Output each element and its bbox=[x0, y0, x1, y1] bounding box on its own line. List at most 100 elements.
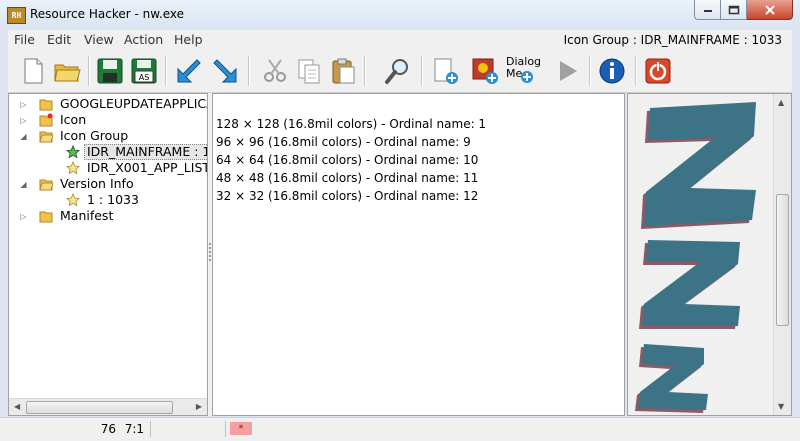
open-button[interactable] bbox=[50, 54, 84, 88]
toolbar-separator bbox=[421, 56, 423, 86]
expand-icon[interactable]: ▷ bbox=[19, 100, 28, 109]
star-green-icon bbox=[66, 145, 80, 159]
save-button[interactable] bbox=[93, 54, 127, 88]
run-script-button[interactable] bbox=[208, 54, 242, 88]
about-button[interactable] bbox=[595, 54, 629, 88]
add-image-button[interactable] bbox=[468, 54, 502, 88]
status-separator bbox=[225, 421, 226, 437]
power-icon bbox=[645, 58, 671, 84]
menu-file[interactable]: File bbox=[11, 32, 38, 47]
menu-edit[interactable]: Edit bbox=[44, 32, 74, 47]
status-line-number: 76 bbox=[100, 422, 116, 436]
close-button[interactable] bbox=[747, 0, 793, 20]
scroll-up-icon[interactable]: ▲ bbox=[778, 98, 784, 107]
expand-icon[interactable]: ▷ bbox=[19, 116, 28, 125]
tree-label: Version Info bbox=[60, 176, 134, 191]
icon-entry-line: 48 × 48 (16.8mil colors) - Ordinal name:… bbox=[216, 171, 479, 185]
tree-node-version-1033[interactable]: 1 : 1033 bbox=[9, 192, 207, 208]
status-bar: 76 7:1 * bbox=[0, 417, 800, 441]
copy-button[interactable] bbox=[292, 54, 326, 88]
new-button[interactable] bbox=[16, 54, 50, 88]
run-arrow-icon bbox=[213, 59, 237, 83]
add-resource-button[interactable] bbox=[428, 54, 462, 88]
folder-icon bbox=[39, 99, 53, 111]
scroll-down-icon[interactable]: ▼ bbox=[778, 402, 784, 411]
icon-entry-line: 128 × 128 (16.8mil colors) - Ordinal nam… bbox=[216, 117, 487, 131]
maximize-icon bbox=[728, 5, 739, 14]
toolbar-separator bbox=[248, 56, 250, 86]
add-resource-icon bbox=[434, 58, 458, 84]
paste-button[interactable] bbox=[326, 54, 360, 88]
tree-node-manifest[interactable]: ▷ Manifest bbox=[9, 208, 207, 224]
app-logo-icon: RH bbox=[7, 7, 26, 24]
folder-open-icon bbox=[39, 131, 53, 143]
tree-node-icon-group[interactable]: ◢ Icon Group bbox=[9, 128, 207, 144]
cut-button[interactable] bbox=[258, 54, 292, 88]
compile-button[interactable] bbox=[172, 54, 206, 88]
tree-node-icon[interactable]: ▷ Icon bbox=[9, 112, 207, 128]
play-button[interactable] bbox=[550, 54, 584, 88]
status-separator bbox=[150, 421, 151, 437]
add-image-icon bbox=[472, 58, 498, 84]
find-icon bbox=[385, 59, 408, 84]
maximize-button[interactable] bbox=[721, 0, 747, 20]
status-cursor-position: 7:1 bbox=[124, 422, 144, 436]
tree-horizontal-scrollbar[interactable]: ◀ ▶ bbox=[9, 398, 207, 415]
scroll-left-icon[interactable]: ◀ bbox=[14, 402, 20, 411]
collapse-icon[interactable]: ◢ bbox=[19, 132, 28, 141]
open-folder-icon bbox=[54, 64, 81, 82]
scroll-right-icon[interactable]: ▶ bbox=[196, 402, 202, 411]
z-medium-icon bbox=[639, 240, 740, 329]
minimize-button[interactable] bbox=[694, 0, 721, 20]
new-file-icon bbox=[24, 58, 43, 84]
icon-preview-pane[interactable]: ▲ ▼ bbox=[627, 93, 792, 416]
z-large-icon bbox=[641, 102, 756, 229]
tree-node-idr-mainframe[interactable]: IDR_MAINFRAME : 103 bbox=[9, 144, 207, 160]
minimize-icon bbox=[703, 9, 712, 12]
splitter-grip[interactable] bbox=[209, 243, 211, 263]
compile-arrow-icon bbox=[177, 59, 201, 83]
save-as-button[interactable]: AS bbox=[127, 54, 161, 88]
tree-node-idr-x001[interactable]: IDR_X001_APP_LIST bbox=[9, 160, 208, 176]
tree-label: IDR_X001_APP_LIST bbox=[87, 160, 208, 175]
find-button[interactable] bbox=[381, 54, 415, 88]
scrollbar-thumb[interactable] bbox=[26, 401, 173, 414]
icon-entry-line: 96 × 96 (16.8mil colors) - Ordinal name:… bbox=[216, 135, 471, 149]
tree-label: GOOGLEUPDATEAPPLICAT bbox=[60, 96, 208, 111]
collapse-icon[interactable]: ◢ bbox=[19, 180, 28, 189]
exit-button[interactable] bbox=[641, 54, 675, 88]
tree-node-version-info[interactable]: ◢ Version Info bbox=[9, 176, 207, 192]
folder-icon bbox=[39, 211, 53, 223]
scrollbar-thumb[interactable] bbox=[776, 194, 789, 326]
tree-node-googleupdate[interactable]: ▷ GOOGLEUPDATEAPPLICAT bbox=[9, 96, 208, 112]
folder-open-icon bbox=[39, 179, 53, 191]
expand-icon[interactable]: ▷ bbox=[19, 212, 28, 221]
toolbar-separator bbox=[589, 56, 591, 86]
app-window: RH Resource Hacker - nw.exe File Edit Vi… bbox=[0, 0, 800, 441]
window-title: Resource Hacker - nw.exe bbox=[30, 7, 185, 21]
folder-star-icon bbox=[39, 113, 53, 127]
toolbar-separator bbox=[364, 56, 366, 86]
toolbar-separator bbox=[88, 56, 90, 86]
toolbar-separator bbox=[635, 56, 637, 86]
paste-icon bbox=[332, 58, 355, 84]
close-icon bbox=[764, 4, 775, 15]
save-as-icon: AS bbox=[131, 58, 157, 84]
menu-help[interactable]: Help bbox=[171, 32, 206, 47]
copy-icon bbox=[298, 59, 320, 84]
cursor-status: 76 7:1 bbox=[8, 420, 148, 436]
save-icon bbox=[97, 58, 123, 84]
z-small-icon bbox=[635, 344, 708, 413]
menu-action[interactable]: Action bbox=[121, 32, 166, 47]
menu-bar: File Edit View Action Help Icon Group : … bbox=[8, 30, 792, 50]
menu-view[interactable]: View bbox=[81, 32, 117, 47]
current-group-label: Icon Group : IDR_MAINFRAME : 1033 bbox=[563, 33, 782, 47]
title-bar[interactable]: RH Resource Hacker - nw.exe bbox=[0, 0, 800, 30]
tree-label: 1 : 1033 bbox=[87, 192, 139, 207]
resource-tree[interactable]: ▷ GOOGLEUPDATEAPPLICAT ▷ Icon ◢ Icon Gro… bbox=[8, 93, 208, 416]
play-icon bbox=[560, 61, 577, 81]
save-as-badge: AS bbox=[139, 73, 150, 82]
preview-vertical-scrollbar[interactable]: ▲ ▼ bbox=[773, 94, 791, 415]
add-dialog-menu-button[interactable]: Dialog Me bbox=[506, 54, 541, 88]
resource-info-pane[interactable]: 128 × 128 (16.8mil colors) - Ordinal nam… bbox=[212, 93, 625, 416]
